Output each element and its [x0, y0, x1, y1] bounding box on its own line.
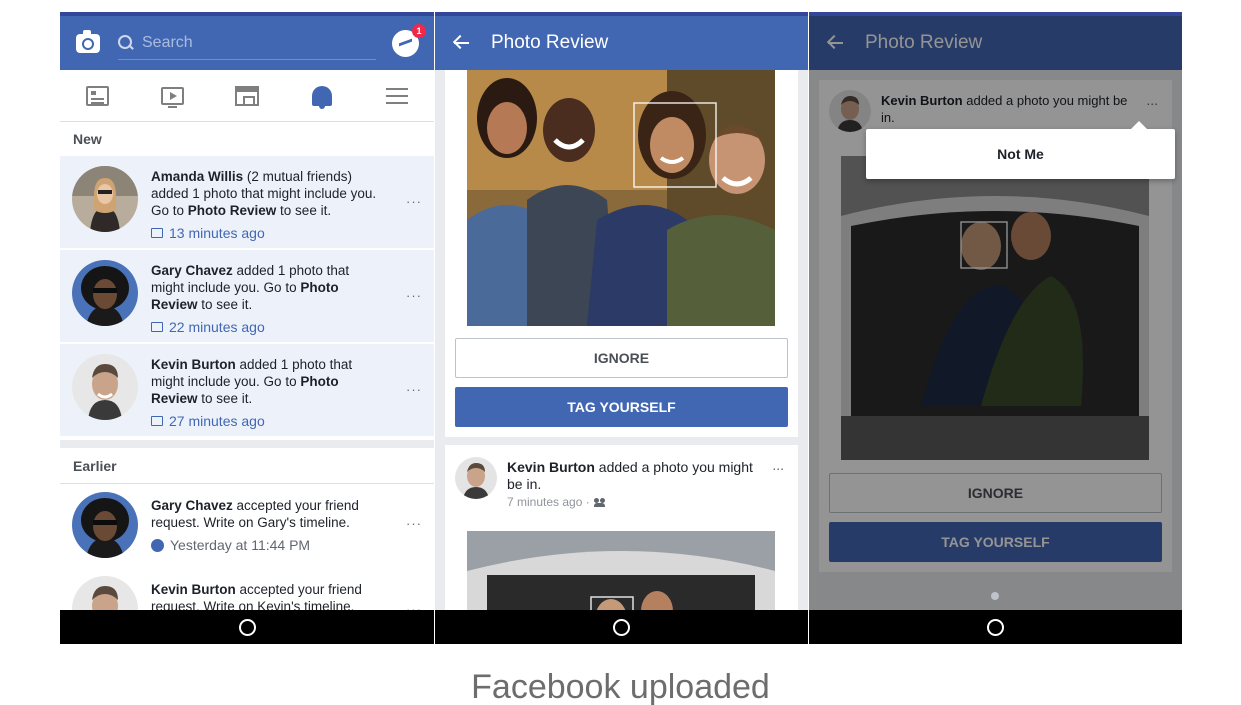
more-options-button[interactable]: ... [772, 457, 784, 473]
notification-time: Yesterday at 11:44 PM [151, 537, 310, 553]
post-header: Kevin Burton added a photo you might be … [455, 457, 788, 517]
more-options-button[interactable]: ··· [406, 382, 422, 397]
messenger-badge: 1 [412, 23, 426, 38]
tab-menu[interactable] [383, 82, 411, 110]
avatar [72, 260, 138, 326]
notification-text: Amanda Willis (2 mutual friends) added 1… [151, 169, 377, 218]
photo-review-card: IGNORE TAG YOURSELF [445, 70, 798, 437]
ignore-button[interactable]: IGNORE [455, 338, 788, 378]
group-photo [467, 70, 775, 326]
news-feed-icon [85, 85, 109, 106]
photo-icon [151, 416, 163, 426]
tab-notifications[interactable] [308, 82, 336, 110]
not-me-option[interactable]: Not Me [997, 146, 1044, 162]
photo-icon [151, 322, 163, 332]
camera-icon[interactable] [76, 29, 100, 53]
home-icon[interactable] [987, 618, 1004, 636]
menu-icon [385, 94, 408, 97]
video-icon [160, 86, 184, 108]
notification-text: Gary Chavez accepted your friend request… [151, 498, 359, 530]
search-input[interactable] [142, 33, 342, 52]
more-options-button[interactable]: ··· [406, 288, 422, 303]
not-me-menu[interactable]: Not Me [866, 121, 1175, 179]
notification-text: Gary Chavez added 1 photo that might inc… [151, 263, 350, 312]
page-indicator [991, 592, 999, 600]
avatar [455, 457, 497, 499]
notification-item[interactable]: Gary Chavez accepted your friend request… [60, 484, 434, 570]
more-options-button[interactable]: ··· [406, 516, 422, 531]
search-bar[interactable] [118, 26, 376, 60]
home-icon[interactable] [613, 618, 630, 636]
section-header-new: New [60, 122, 434, 156]
photo-icon [151, 228, 163, 238]
marketplace-icon [234, 85, 259, 106]
tab-bar [60, 70, 434, 122]
photo-review-not-me-screen: Photo Review Kevin Burton added a photo … [809, 12, 1182, 644]
app-bar: 1 [60, 16, 434, 70]
tag-yourself-button[interactable]: TAG YOURSELF [455, 387, 788, 427]
notification-text: Kevin Burton added 1 photo that might in… [151, 357, 353, 406]
post-meta: 7 minutes ago · [507, 495, 606, 509]
tab-watch[interactable] [158, 82, 186, 110]
android-nav-bar [435, 610, 808, 644]
post-text: Kevin Burton added a photo you might be … [507, 459, 753, 492]
caption: Facebook uploaded [471, 668, 770, 705]
bell-icon [311, 85, 332, 109]
avatar [72, 166, 138, 232]
friends-icon [593, 497, 606, 507]
notification-item[interactable]: Gary Chavez added 1 photo that might inc… [60, 250, 434, 342]
notification-item[interactable]: Amanda Willis (2 mutual friends) added 1… [60, 156, 434, 248]
back-arrow-icon[interactable] [453, 35, 469, 51]
notification-time: 13 minutes ago [151, 225, 265, 241]
notification-time: 27 minutes ago [151, 413, 265, 429]
section-divider [60, 440, 434, 448]
search-icon [118, 35, 133, 50]
modal-overlay[interactable] [809, 16, 1182, 610]
photo-review-screen: Photo Review IGNORE TAG YOURSELF Kevin B… [435, 12, 808, 644]
friend-icon [151, 538, 164, 552]
section-header-earlier: Earlier [60, 448, 434, 484]
avatar [72, 354, 138, 420]
messenger-icon[interactable]: 1 [392, 23, 426, 57]
tab-marketplace[interactable] [233, 82, 261, 110]
notification-item[interactable]: Kevin Burton added 1 photo that might in… [60, 344, 434, 436]
page-title: Photo Review [491, 32, 609, 53]
notifications-screen: 1 New Amanda Willis (2 mutual friends) a… [60, 12, 434, 644]
home-icon[interactable] [238, 618, 256, 636]
avatar [72, 492, 138, 558]
android-nav-bar [809, 610, 1182, 644]
notification-time: 22 minutes ago [151, 319, 265, 335]
app-bar: Photo Review [435, 16, 808, 70]
more-options-button[interactable]: ··· [406, 194, 422, 209]
android-nav-bar [60, 610, 434, 644]
tab-news-feed[interactable] [83, 82, 111, 110]
